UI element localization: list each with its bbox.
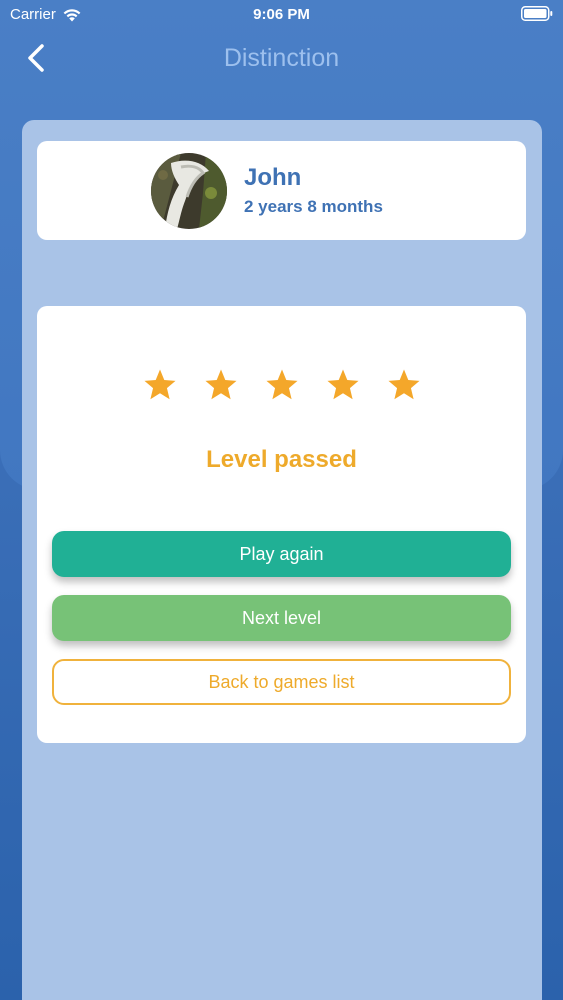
nav-bar: Distinction: [0, 36, 563, 80]
profile-name: John: [244, 164, 302, 191]
page-title: Distinction: [223, 44, 340, 72]
profile-age: 2 years 8 months: [244, 197, 383, 216]
star-icon: [387, 369, 420, 400]
profile-card: John 2 years 8 months: [37, 141, 526, 240]
battery-icon: [521, 6, 553, 21]
star-rating: [37, 368, 526, 402]
status-time: 9:06 PM: [253, 6, 310, 23]
star-icon: [143, 369, 176, 400]
play-again-button[interactable]: Play again: [52, 531, 511, 577]
star-icon: [265, 369, 298, 400]
back-to-games-button[interactable]: Back to games list: [52, 659, 511, 705]
avatar-photo: [151, 153, 227, 229]
status-bar: Carrier 9:06 PM: [0, 0, 563, 30]
result-card: Level passed Play again Next level Back …: [37, 306, 526, 743]
result-title: Level passed: [206, 446, 357, 473]
star-icon: [326, 369, 359, 400]
content-panel: John 2 years 8 months Level passed Play …: [22, 120, 542, 1000]
star-icon: [204, 369, 237, 400]
next-level-button[interactable]: Next level: [52, 595, 511, 641]
avatar: [151, 153, 227, 229]
